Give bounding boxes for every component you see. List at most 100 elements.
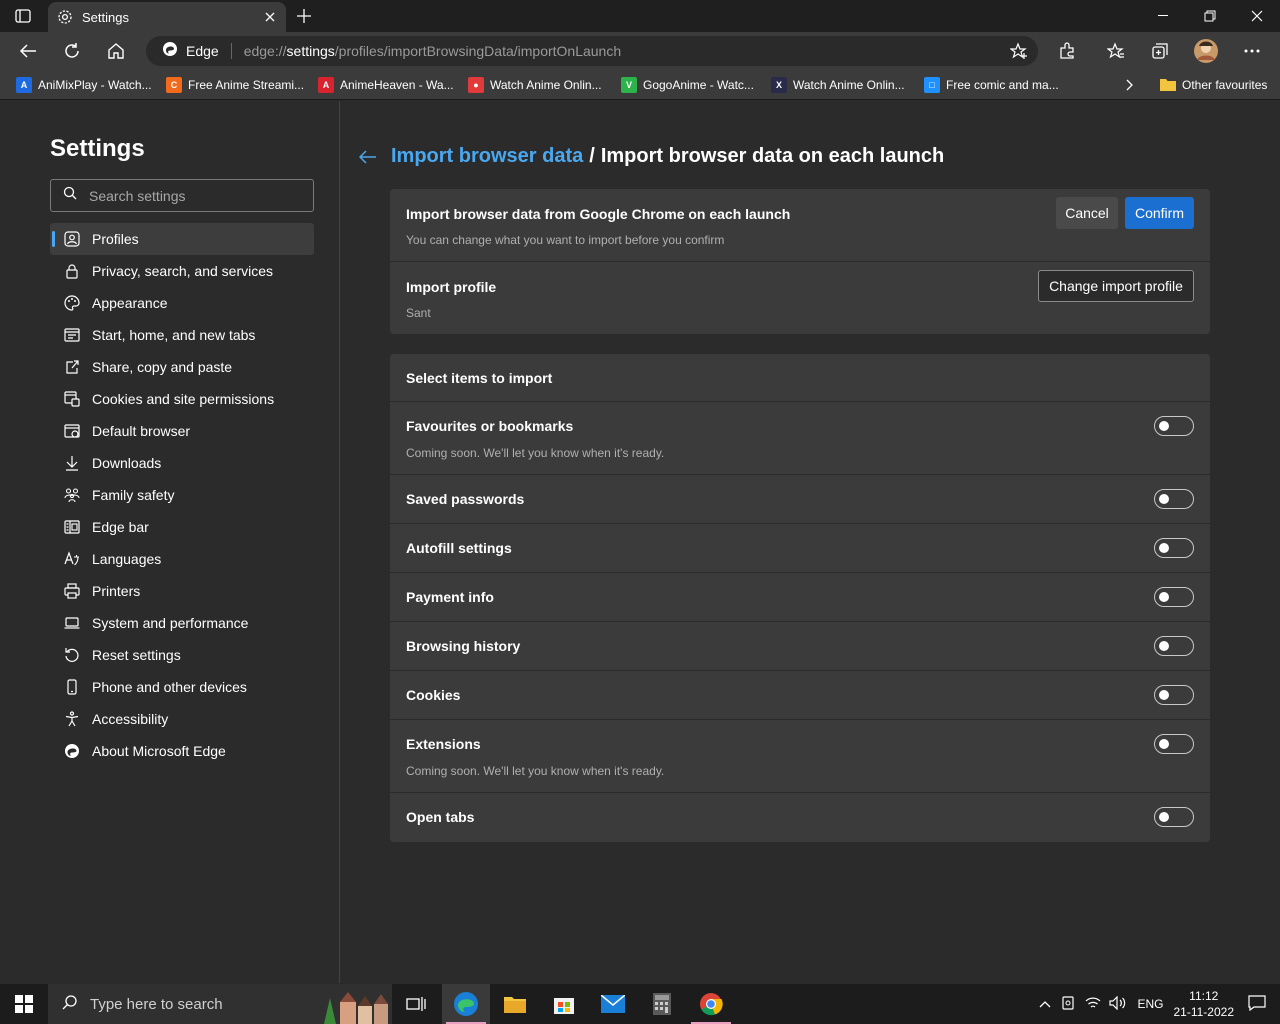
windows-start-icon[interactable]: [0, 984, 48, 1024]
notification-icon[interactable]: [1248, 994, 1266, 1014]
refresh-icon[interactable]: [58, 37, 86, 65]
home-icon[interactable]: [102, 37, 130, 65]
other-favourites[interactable]: Other favourites: [1160, 76, 1267, 94]
sidebar-item-default-browser[interactable]: Default browser: [50, 415, 314, 447]
import-item-open-tabs: Open tabs: [390, 793, 1210, 842]
toggle-switch[interactable]: [1154, 489, 1194, 509]
toggle-switch[interactable]: [1154, 636, 1194, 656]
breadcrumb-link[interactable]: Import browser data: [391, 145, 583, 168]
chrome-icon[interactable]: [687, 984, 735, 1024]
import-source-row: Import browser data from Google Chrome o…: [390, 189, 1210, 262]
sidebar-item-reset-settings[interactable]: Reset settings: [50, 639, 314, 671]
url-text[interactable]: edge://settings/profiles/importBrowsingD…: [244, 43, 621, 59]
tab-settings[interactable]: Settings: [48, 2, 286, 32]
toggle-knob: [1159, 592, 1169, 602]
sidebar-item-appearance[interactable]: Appearance: [50, 287, 314, 319]
accessibility-icon: [64, 711, 80, 727]
bookmark-item[interactable]: X Watch Anime Onlin...: [771, 76, 905, 94]
printer-icon: [64, 583, 80, 599]
mail-icon[interactable]: [589, 984, 637, 1024]
language-indicator[interactable]: ENG: [1137, 997, 1163, 1011]
sidebar-item-profiles[interactable]: Profiles: [50, 223, 314, 255]
bookmark-item[interactable]: □ Free comic and ma...: [924, 76, 1059, 94]
search-input[interactable]: [89, 187, 289, 204]
sidebar-item-downloads[interactable]: Downloads: [50, 447, 314, 479]
bookmark-item[interactable]: C Free Anime Streami...: [166, 76, 304, 94]
main-content: Import browser data / Import browser dat…: [341, 101, 1280, 983]
favourites-icon[interactable]: [1102, 37, 1130, 65]
sidebar-item-family-safety[interactable]: Family safety: [50, 479, 314, 511]
family-icon: [64, 487, 80, 503]
calculator-icon[interactable]: [638, 984, 686, 1024]
confirm-button[interactable]: Confirm: [1125, 197, 1194, 229]
import-item-label: Favourites or bookmarks: [406, 418, 574, 434]
bookmark-item[interactable]: V GogoAnime - Watc...: [621, 76, 754, 94]
toggle-switch[interactable]: [1154, 587, 1194, 607]
import-card: Import browser data from Google Chrome o…: [390, 189, 1210, 334]
minimize-button[interactable]: [1139, 0, 1186, 32]
sidebar-item-start-home-and-new-tabs[interactable]: Start, home, and new tabs: [50, 319, 314, 351]
bookmark-item[interactable]: A AniMixPlay - Watch...: [16, 76, 152, 94]
sidebar-item-privacy-search-and-services[interactable]: Privacy, search, and services: [50, 255, 314, 287]
select-items-card: Select items to import Favourites or boo…: [390, 354, 1210, 842]
edge-bar-icon: [64, 519, 80, 535]
clock[interactable]: 11:12 21-11-2022: [1174, 988, 1235, 1020]
back-arrow-icon[interactable]: [14, 37, 42, 65]
reset-icon: [64, 647, 80, 663]
file-explorer-icon[interactable]: [491, 984, 539, 1024]
bookmark-item[interactable]: A AnimeHeaven - Wa...: [318, 76, 454, 94]
more-options-icon[interactable]: [1238, 37, 1266, 65]
sidebar-item-label: Downloads: [92, 455, 162, 471]
bookmark-item[interactable]: ● Watch Anime Onlin...: [468, 76, 602, 94]
toggle-knob: [1159, 690, 1169, 700]
import-item-note: Coming soon. We'll let you know when it'…: [406, 446, 665, 460]
toggle-switch[interactable]: [1154, 685, 1194, 705]
sidebar-item-system-and-performance[interactable]: System and performance: [50, 607, 314, 639]
toggle-switch[interactable]: [1154, 416, 1194, 436]
import-item-cookies: Cookies: [390, 671, 1210, 720]
back-arrow-icon[interactable]: [359, 147, 379, 167]
avatar[interactable]: [1192, 37, 1220, 65]
add-favourite-icon[interactable]: [1009, 42, 1028, 60]
cancel-button[interactable]: Cancel: [1056, 197, 1118, 229]
sidebar-item-about-microsoft-edge[interactable]: About Microsoft Edge: [50, 735, 314, 767]
close-tab-icon[interactable]: [262, 9, 278, 25]
task-view-icon[interactable]: [392, 984, 440, 1024]
wifi-icon[interactable]: [1085, 996, 1101, 1013]
collections-icon[interactable]: [1146, 37, 1174, 65]
sidebar-item-accessibility[interactable]: Accessibility: [50, 703, 314, 735]
toggle-switch[interactable]: [1154, 807, 1194, 827]
volume-icon[interactable]: [1109, 995, 1127, 1013]
bookmark-label: GogoAnime - Watc...: [643, 78, 754, 92]
close-window-button[interactable]: [1233, 0, 1280, 32]
chevron-up-icon[interactable]: [1039, 997, 1051, 1011]
sidebar-item-label: Default browser: [92, 423, 191, 439]
new-tab-button[interactable]: [294, 6, 314, 26]
bookmarks-overflow-chevron-icon[interactable]: [1126, 76, 1134, 94]
sidebar-item-edge-bar[interactable]: Edge bar: [50, 511, 314, 543]
toggle-switch[interactable]: [1154, 538, 1194, 558]
toggle-knob: [1159, 641, 1169, 651]
store-icon[interactable]: [540, 984, 588, 1024]
restore-button[interactable]: [1186, 0, 1233, 32]
sidebar-item-share-copy-and-paste[interactable]: Share, copy and paste: [50, 351, 314, 383]
extensions-icon[interactable]: [1053, 37, 1081, 65]
search-settings-box[interactable]: [50, 179, 314, 212]
edge-taskbar-icon[interactable]: [442, 984, 490, 1024]
sidebar-item-phone-and-other-devices[interactable]: Phone and other devices: [50, 671, 314, 703]
tab-actions-icon[interactable]: [10, 6, 36, 26]
search-icon: [62, 994, 78, 1015]
import-item-label: Open tabs: [406, 809, 475, 825]
sidebar-item-label: Reset settings: [92, 647, 181, 663]
settings-nav: Profiles Privacy, search, and services App…: [50, 223, 314, 767]
sidebar-item-printers[interactable]: Printers: [50, 575, 314, 607]
sidebar-item-languages[interactable]: Languages: [50, 543, 314, 575]
settings-title: Settings: [50, 135, 145, 162]
sidebar-item-cookies-and-site-permissions[interactable]: Cookies and site permissions: [50, 383, 314, 415]
taskbar-search[interactable]: Type here to search: [48, 984, 392, 1024]
sidebar-item-label: Profiles: [92, 231, 139, 247]
change-import-profile-button[interactable]: Change import profile: [1038, 270, 1194, 302]
toggle-switch[interactable]: [1154, 734, 1194, 754]
device-icon[interactable]: [1061, 995, 1075, 1014]
address-bar[interactable]: Edge edge://settings/profiles/importBrow…: [146, 36, 1038, 66]
